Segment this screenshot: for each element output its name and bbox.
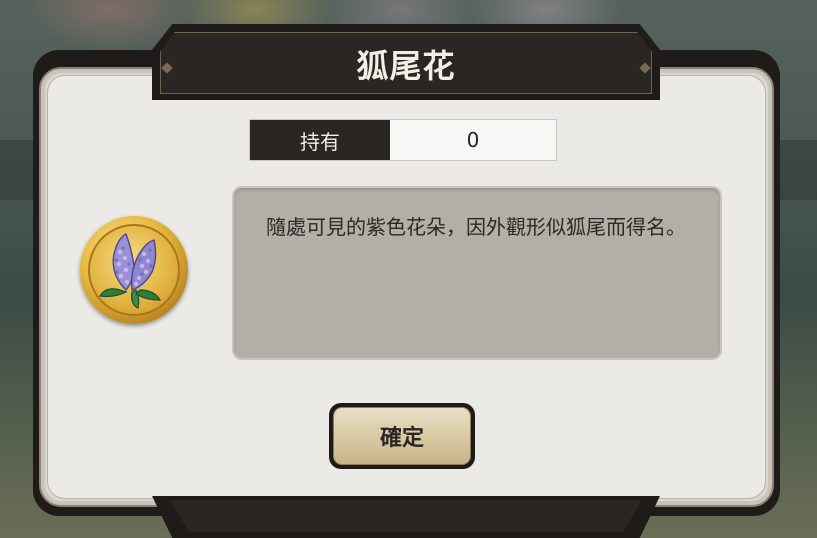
item-description-text: 隨處可見的紫色花朵，因外觀形似狐尾而得名。 bbox=[266, 215, 686, 239]
owned-count-row: 持有 0 bbox=[249, 119, 557, 161]
item-description-box: 隨處可見的紫色花朵，因外觀形似狐尾而得名。 bbox=[232, 186, 722, 360]
flower-graphic bbox=[99, 233, 162, 309]
purple-foxtail-flower-icon bbox=[80, 216, 188, 324]
dialog-title: 狐尾花 bbox=[356, 47, 456, 85]
owned-value: 0 bbox=[390, 120, 556, 160]
owned-label: 持有 bbox=[250, 120, 390, 160]
dialog-footer-inner bbox=[170, 500, 642, 532]
confirm-button-face[interactable]: 確定 bbox=[333, 407, 471, 465]
confirm-button[interactable]: 確定 bbox=[329, 403, 475, 469]
confirm-button-label: 確定 bbox=[379, 426, 424, 451]
